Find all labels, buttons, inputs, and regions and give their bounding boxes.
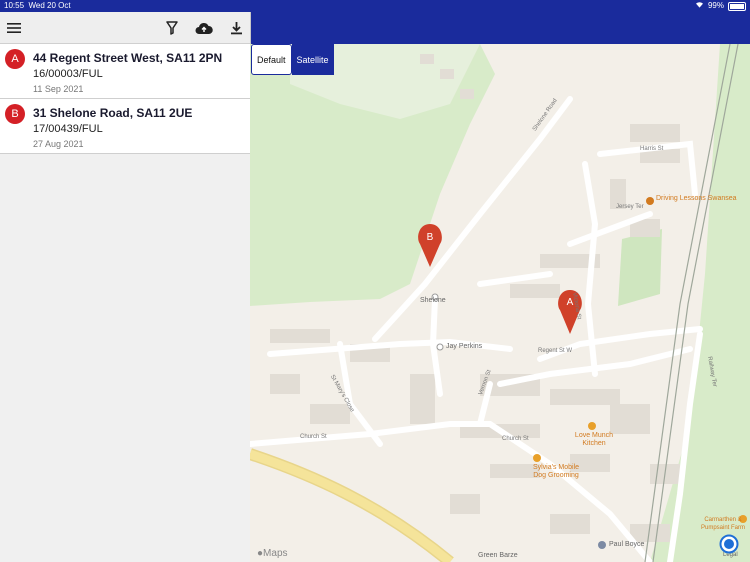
street-label: Regent St W [538, 348, 573, 354]
map-header-bar [250, 12, 750, 44]
current-location-button[interactable] [719, 534, 739, 554]
map-type-satellite-button[interactable]: Satellite [291, 44, 334, 75]
poi-label: Driving Lessons Swansea [656, 195, 737, 202]
pin-label-b: B [426, 232, 434, 243]
list-toolbar [0, 12, 250, 44]
marker-badge-b: B [5, 104, 25, 124]
poi-marker [436, 343, 444, 351]
park-area [618, 229, 662, 306]
map-canvas [250, 44, 750, 562]
map-type-default-button[interactable]: Default [251, 44, 292, 75]
item-address: 31 Shelone Road, SA11 2UE [33, 106, 193, 120]
item-reference: 16/00003/FUL [33, 68, 103, 80]
item-date: 27 Aug 2021 [33, 139, 84, 149]
maps-attribution: ●Maps [257, 548, 288, 559]
poi-marker [646, 197, 654, 205]
application-list: A 44 Regent Street West, SA11 2PN 16/000… [0, 44, 250, 154]
street-label: Harris St [640, 146, 664, 152]
place-label: Shelone [420, 297, 446, 304]
list-item[interactable]: B 31 Shelone Road, SA11 2UE 17/00439/FUL… [0, 99, 250, 154]
map-view[interactable]: B A Shelone Jay Perkins Green Barze Paul… [250, 44, 750, 562]
sidebar: A 44 Regent Street West, SA11 2PN 16/000… [0, 12, 251, 562]
download-icon[interactable] [226, 18, 246, 38]
item-date: 11 Sep 2021 [33, 84, 84, 94]
street-label: Church St [300, 434, 327, 440]
park-area [650, 44, 750, 562]
item-address: 44 Regent Street West, SA11 2PN [33, 51, 223, 65]
status-right: 99% [695, 0, 746, 12]
filter-icon[interactable] [162, 18, 182, 38]
wifi-icon [695, 0, 704, 12]
poi-label: Love Munch Kitchen [574, 432, 614, 447]
poi-label: Carmarthen & Pumpsaint Farm [700, 517, 745, 531]
status-bar: 10:55 Wed 20 Oct 99% [0, 0, 750, 12]
place-label: Paul Boyce [609, 541, 645, 548]
map-type-toggle: Default Satellite [251, 44, 334, 75]
list-item[interactable]: A 44 Regent Street West, SA11 2PN 16/000… [0, 44, 250, 99]
street-label: Jersey Ter [616, 204, 644, 210]
marker-badge-a: A [5, 49, 25, 69]
major-road [250, 448, 454, 562]
street-label: Church St [502, 436, 529, 442]
place-label: Green Barze [478, 552, 518, 559]
item-reference: 17/00439/FUL [33, 123, 103, 135]
poi-marker [533, 454, 541, 462]
status-time-date: 10:55 Wed 20 Oct [4, 1, 71, 10]
place-label: Jay Perkins [446, 343, 483, 350]
cloud-upload-icon[interactable] [194, 18, 214, 38]
poi-marker [598, 541, 606, 549]
location-target-icon [719, 534, 739, 554]
poi-marker [588, 422, 596, 430]
map-pin-b[interactable] [418, 224, 442, 267]
hamburger-icon[interactable] [4, 18, 24, 38]
battery-icon [728, 1, 746, 11]
battery-percent: 99% [707, 1, 724, 10]
poi-label: Sylvia's Mobile Dog Grooming [532, 464, 580, 479]
